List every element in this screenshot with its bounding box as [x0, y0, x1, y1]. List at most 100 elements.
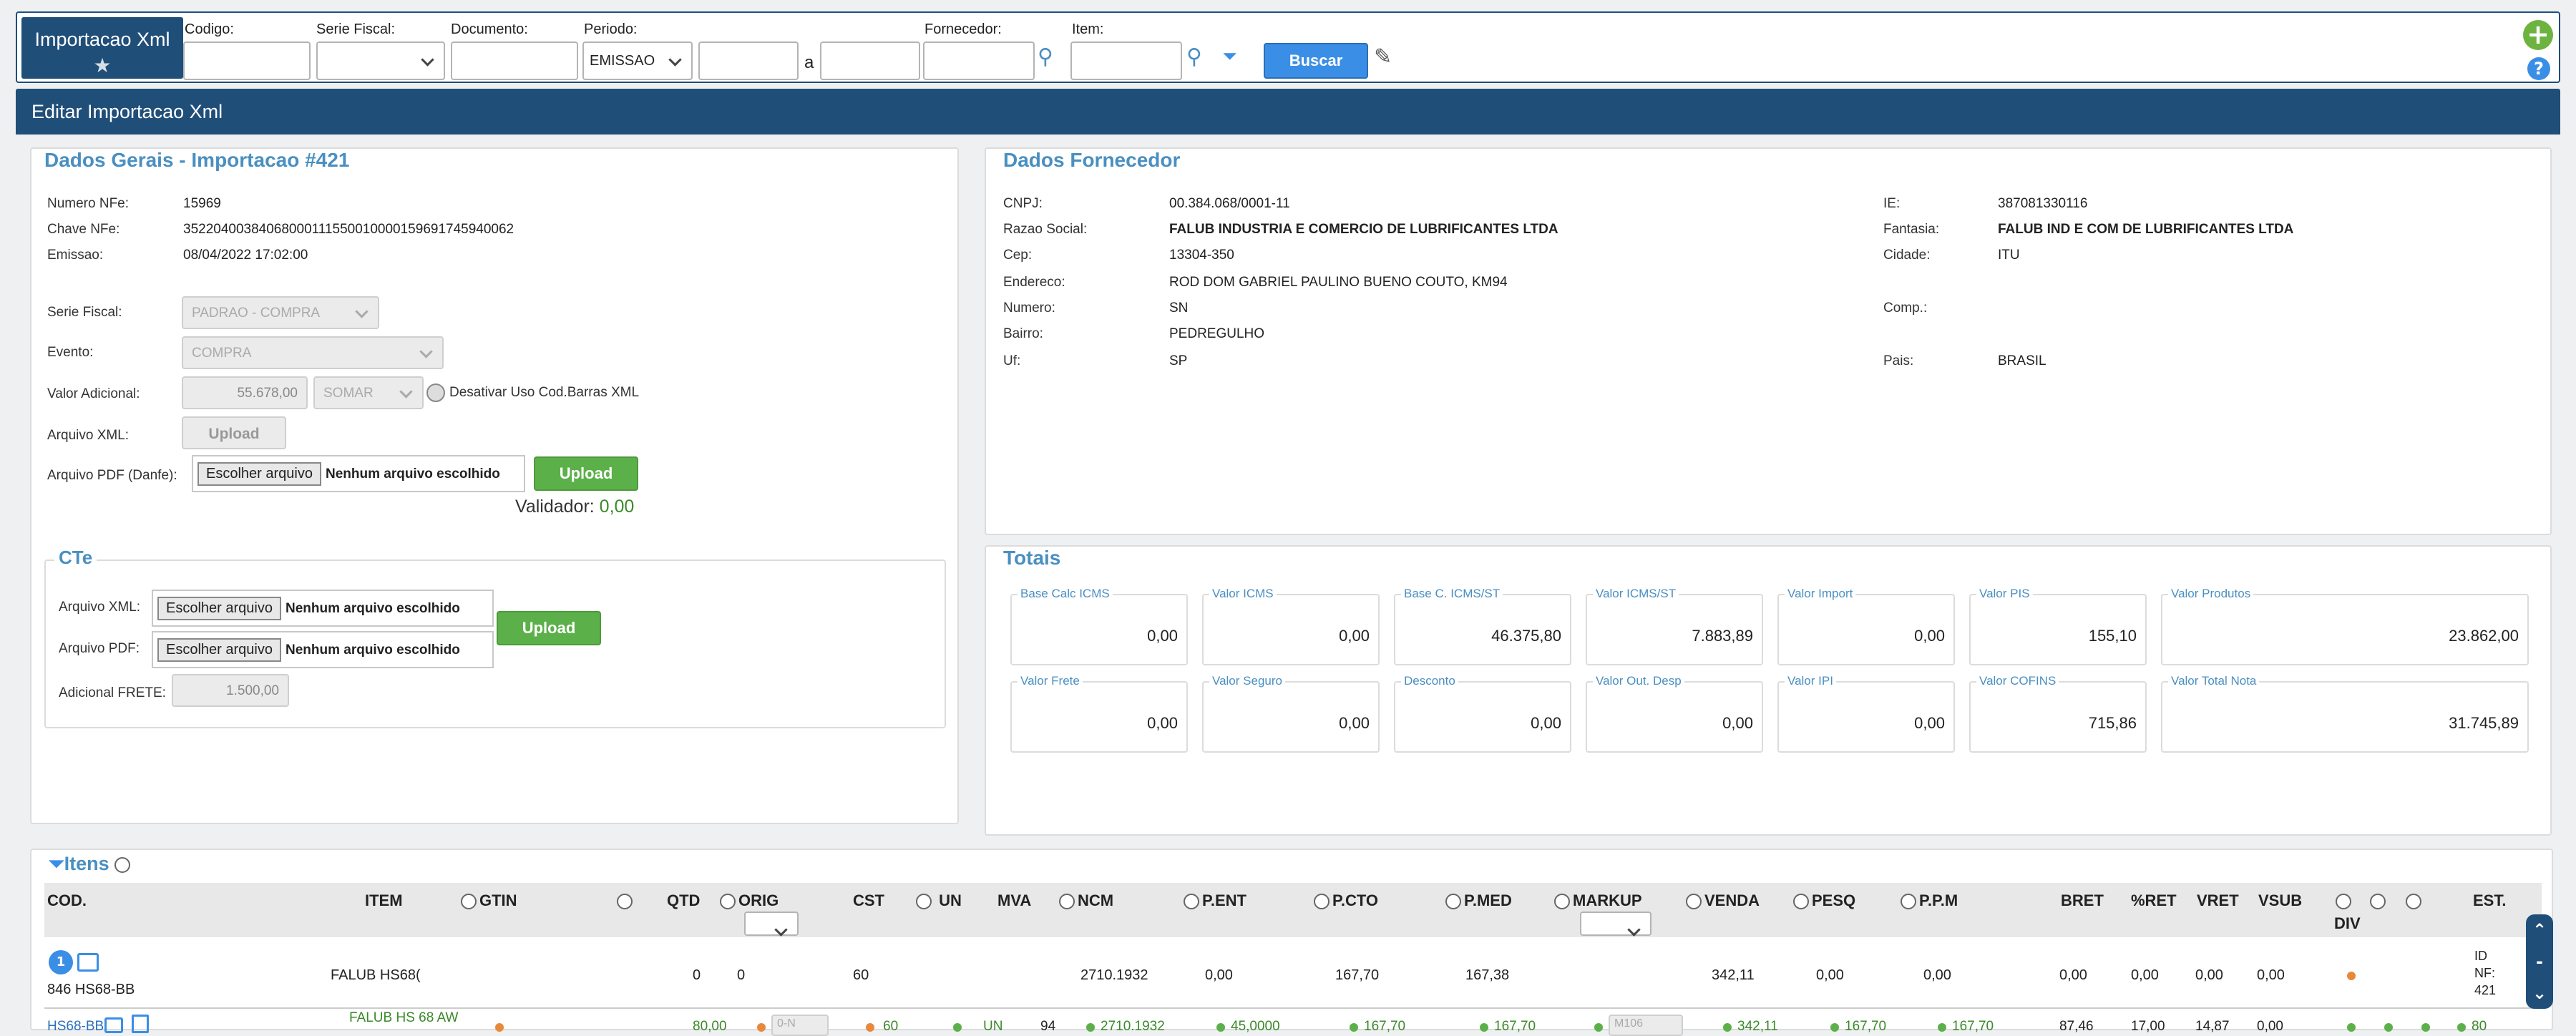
pesq-status-dot: [1830, 1023, 1839, 1032]
div-radio-3[interactable]: [2406, 894, 2421, 910]
periodo-select[interactable]: EMISSAO: [582, 41, 693, 80]
itens-toggle-radio[interactable]: [114, 856, 131, 873]
periodo-end-input[interactable]: [820, 41, 920, 80]
cte-xml-choose-button[interactable]: Escolher arquivo: [157, 597, 281, 620]
cte-pdf-choose-button[interactable]: Escolher arquivo: [157, 638, 281, 662]
markup-radio[interactable]: [1554, 894, 1570, 910]
total-label: Valor PIS: [1976, 587, 2033, 601]
a-label: a: [804, 53, 814, 72]
orig-filter-select[interactable]: [744, 912, 799, 936]
cnpj-label: CNPJ:: [1003, 196, 1043, 211]
desativar-label: Desativar Uso Cod.Barras XML: [449, 385, 640, 400]
markup-filter-select[interactable]: [1580, 912, 1652, 936]
blank-radio[interactable]: [617, 894, 633, 910]
row2-ppm: 167,70: [1952, 1019, 1994, 1034]
uf-value: SP: [1169, 353, 1188, 368]
row2-doc-icon[interactable]: [132, 1015, 149, 1033]
venda-radio[interactable]: [1686, 894, 1702, 910]
div-radio-2[interactable]: [2370, 894, 2386, 910]
fornecedor-search-icon[interactable]: ⚲: [1038, 44, 1053, 69]
scroll-up-icon[interactable]: ⌃: [2526, 914, 2553, 946]
total-value: 0,00: [1914, 627, 1945, 645]
row-bret: 0,00: [2059, 967, 2087, 983]
orig-radio[interactable]: [720, 894, 736, 910]
frete-input: 1.500,00: [172, 674, 289, 707]
cte-pdf-label: Arquivo PDF:: [59, 641, 140, 656]
documento-label: Documento:: [451, 21, 528, 37]
filter-collapse-icon[interactable]: ⏷: [1222, 46, 1237, 68]
scroll-minus-icon[interactable]: -: [2526, 946, 2553, 977]
fornecedor-input[interactable]: [923, 41, 1035, 80]
documento-input[interactable]: [451, 41, 578, 80]
row2-un: UN: [983, 1019, 1003, 1034]
buscar-button[interactable]: Buscar: [1264, 43, 1368, 79]
codigo-input[interactable]: [183, 41, 311, 80]
total-label: Valor Produtos: [2168, 587, 2254, 601]
total-box: Desconto 0,00: [1394, 674, 1571, 753]
cte-upload-button[interactable]: Upload: [497, 611, 601, 645]
total-value: 0,00: [1339, 714, 1370, 732]
row2-window-icon[interactable]: [104, 1017, 123, 1033]
div2-status-dot: [2384, 1023, 2393, 1032]
serie-fiscal-label: Serie Fiscal:: [47, 305, 122, 320]
row-cod: 846 HS68-BB: [47, 982, 135, 997]
item-search-icon[interactable]: ⚲: [1186, 44, 1202, 69]
total-label: Valor ICMS/ST: [1593, 587, 1679, 601]
scroll-nav-control[interactable]: ⌃ - ⌄: [2526, 914, 2553, 1009]
validador-value: 0,00: [599, 497, 635, 517]
div3-status-dot: [2421, 1023, 2430, 1032]
row2-markup-select: M106: [1609, 1015, 1683, 1036]
pent-radio[interactable]: [1184, 894, 1199, 910]
numero-label: Numero:: [1003, 300, 1055, 316]
div-radio-1[interactable]: [2336, 894, 2351, 910]
row2-cod[interactable]: HS68-BB: [47, 1019, 104, 1035]
pcto-radio[interactable]: [1314, 894, 1330, 910]
upload-pdf-button[interactable]: Upload: [534, 456, 638, 491]
totais-panel: Totais Base Calc ICMS 0,00 Valor ICMS 0,00 B…: [985, 545, 2552, 836]
pdf-file-input[interactable]: Escolher arquivo Nenhum arquivo escolhido: [192, 455, 525, 492]
serie-select[interactable]: [316, 41, 445, 80]
desativar-checkbox[interactable]: [426, 383, 445, 402]
eraser-icon[interactable]: ✎: [1374, 44, 1392, 69]
item-input[interactable]: [1070, 41, 1182, 80]
scroll-down-icon[interactable]: ⌄: [2526, 977, 2553, 1009]
collapse-icon[interactable]: ⏷: [49, 853, 64, 874]
ncm-radio[interactable]: [1059, 894, 1075, 910]
add-icon[interactable]: +: [2523, 20, 2553, 50]
cte-pdf-file-input[interactable]: Escolher arquivo Nenhum arquivo escolhido: [152, 631, 494, 668]
codigo-label: Codigo:: [185, 21, 234, 37]
cep-value: 13304-350: [1169, 248, 1234, 263]
help-icon[interactable]: ?: [2527, 57, 2550, 80]
row-est: ID NF: 421: [2474, 949, 2497, 997]
pesq-radio[interactable]: [1793, 894, 1809, 910]
ppm-radio[interactable]: [1901, 894, 1916, 910]
un-radio[interactable]: [916, 894, 932, 910]
total-box: Valor ICMS/ST 7.883,89: [1586, 587, 1763, 665]
periodo-label: Periodo:: [584, 21, 638, 37]
star-icon[interactable]: ★: [21, 54, 183, 77]
row-badge[interactable]: 1: [49, 950, 73, 974]
row-vret: 0,00: [2195, 967, 2223, 983]
pmed-radio[interactable]: [1445, 894, 1461, 910]
edit-window-icon[interactable]: [77, 953, 99, 972]
cte-xml-file-input[interactable]: Escolher arquivo Nenhum arquivo escolhido: [152, 590, 494, 627]
total-value: 715,86: [2088, 714, 2137, 732]
total-box: Valor Import 0,00: [1777, 587, 1955, 665]
fantasia-label: Fantasia:: [1883, 222, 1940, 237]
pent-status-dot: [1216, 1023, 1225, 1032]
choose-file-button[interactable]: Escolher arquivo: [197, 462, 321, 486]
serie-fiscal-select: PADRAO - COMPRA: [182, 296, 379, 329]
row2-item: FALUB HS 68 AW: [349, 1010, 459, 1025]
col-cst: CST: [853, 891, 884, 909]
periodo-start-input[interactable]: [698, 41, 799, 80]
gtin-radio[interactable]: [461, 894, 477, 910]
col-div: DIV: [2334, 914, 2361, 932]
razao-label: Razao Social:: [1003, 222, 1088, 237]
numero-nfe-label: Numero NFe:: [47, 196, 130, 211]
numero-nfe-value: 15969: [183, 196, 221, 211]
total-label: Valor Total Nota: [2168, 674, 2260, 688]
total-label: Valor Frete: [1018, 674, 1083, 688]
emissao-value: 08/04/2022 17:02:00: [183, 248, 308, 263]
total-value: 0,00: [1914, 714, 1945, 732]
total-label: Valor Import: [1785, 587, 1856, 601]
